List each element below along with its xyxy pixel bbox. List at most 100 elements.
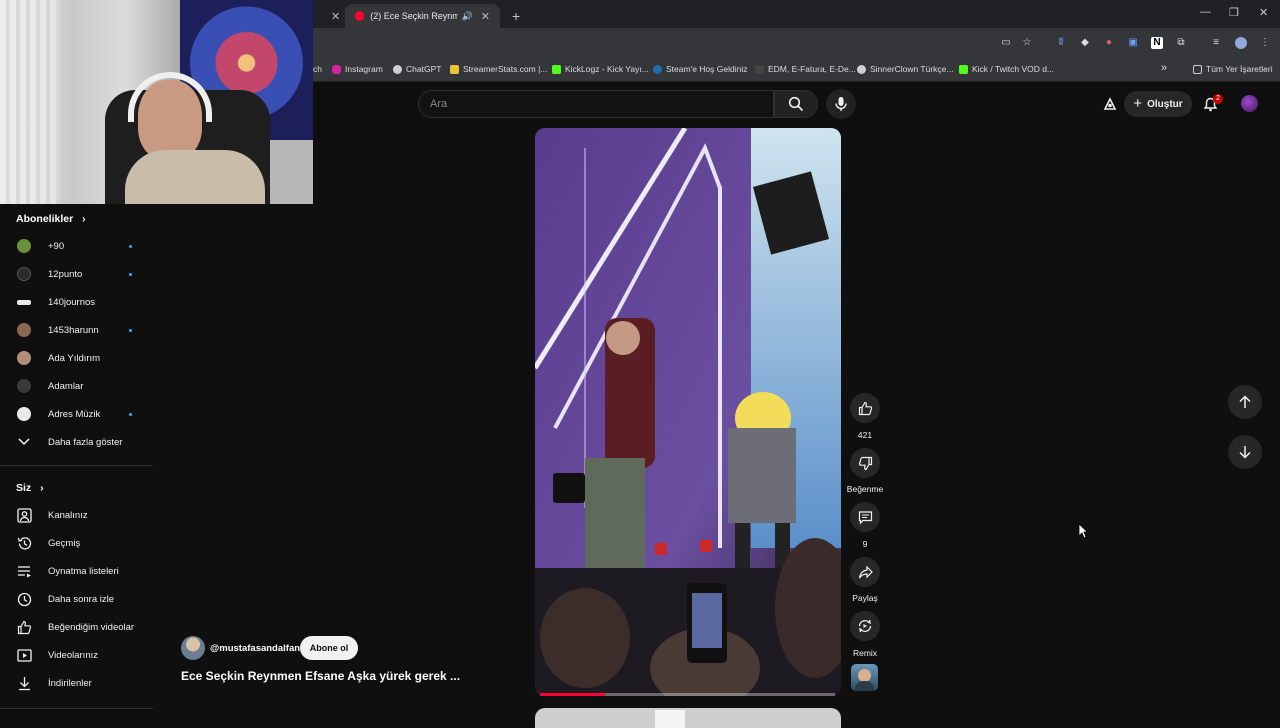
new-tab-button[interactable]: + bbox=[502, 4, 522, 28]
show-more-button[interactable]: Daha fazla göster bbox=[0, 429, 153, 455]
bookmarks-overflow-button[interactable]: » bbox=[1161, 62, 1167, 74]
channel-avatar bbox=[17, 299, 31, 305]
channel-avatar bbox=[17, 379, 31, 393]
share-icon bbox=[858, 565, 873, 578]
sidebar-item-history[interactable]: Geçmiş bbox=[0, 530, 153, 556]
chevron-right-icon: › bbox=[82, 213, 86, 225]
comments-button[interactable] bbox=[850, 502, 880, 532]
subscribe-button[interactable]: Abone ol bbox=[300, 636, 358, 660]
all-bookmarks-folder[interactable]: Tüm Yer İşaretleri bbox=[1193, 64, 1273, 74]
sidebar-item-liked-videos[interactable]: Beğendiğim videolar bbox=[0, 614, 153, 640]
voice-search-button[interactable] bbox=[826, 89, 856, 119]
sidebar-channel-item[interactable]: Adamlar bbox=[0, 373, 153, 399]
like-button[interactable] bbox=[850, 393, 880, 423]
video-title[interactable]: Ece Seçkin Reynmen Efsane Aşka yürek ger… bbox=[181, 669, 481, 683]
bookmark-item[interactable]: ch bbox=[313, 64, 322, 74]
restore-icon[interactable]: ❐ bbox=[1229, 6, 1239, 19]
star-bookmark-icon[interactable]: ☆ bbox=[1021, 37, 1033, 49]
browser-tab[interactable]: ✕ bbox=[313, 4, 341, 28]
next-short-button[interactable] bbox=[1228, 435, 1262, 469]
subscriptions-heading[interactable]: Abonelikler › bbox=[16, 213, 86, 225]
close-tab-icon[interactable]: ✕ bbox=[481, 10, 490, 23]
bookmark-item[interactable]: KickLogz - Kick Yayı... bbox=[552, 64, 649, 74]
edm-icon bbox=[755, 64, 764, 74]
channel-avatar bbox=[17, 351, 31, 365]
minimize-icon[interactable]: — bbox=[1200, 6, 1211, 18]
sidebar-item-playlists[interactable]: Oynatma listeleri bbox=[0, 558, 153, 584]
dislike-button[interactable] bbox=[850, 448, 880, 478]
extensions-puzzle-icon[interactable]: ⧉ bbox=[1175, 37, 1187, 49]
globe-icon bbox=[857, 64, 866, 74]
omnibox[interactable] bbox=[313, 32, 993, 54]
cast-icon[interactable]: ▭ bbox=[1000, 37, 1012, 49]
sidebar-divider bbox=[0, 465, 153, 466]
sound-thumbnail[interactable] bbox=[851, 664, 878, 691]
instagram-icon bbox=[332, 64, 341, 74]
sidebar-divider bbox=[0, 708, 153, 709]
extension-record-icon[interactable]: ● bbox=[1103, 37, 1115, 49]
channel-avatar bbox=[17, 407, 31, 421]
sidebar-item-your-channel[interactable]: Kanalınız bbox=[0, 502, 153, 528]
search-button[interactable] bbox=[774, 90, 818, 118]
sidebar-item-downloads[interactable]: İndirilenler bbox=[0, 670, 153, 696]
folder-icon bbox=[1193, 64, 1202, 74]
kick-icon bbox=[959, 64, 968, 74]
new-content-dot bbox=[129, 412, 132, 416]
arrow-up-icon bbox=[1239, 395, 1251, 408]
sidebar-channel-item[interactable]: Ada Yıldırım bbox=[0, 345, 153, 371]
channel-avatar[interactable] bbox=[181, 636, 205, 660]
ai-sparkle-icon[interactable] bbox=[1101, 95, 1119, 113]
next-short-preview[interactable] bbox=[535, 708, 841, 728]
playlist-icon bbox=[16, 563, 32, 579]
download-icon bbox=[16, 675, 32, 691]
bookmark-item[interactable]: SinnerClown Türkçe... bbox=[857, 64, 953, 74]
close-tab-icon[interactable]: ✕ bbox=[331, 10, 340, 23]
sidebar-channel-item[interactable]: 12punto bbox=[0, 261, 153, 287]
sidebar-channel-item[interactable]: Adres Müzik bbox=[0, 401, 153, 427]
extension-audio-icon[interactable]: ʬ bbox=[1055, 37, 1067, 49]
you-heading[interactable]: Siz › bbox=[16, 482, 44, 494]
user-square-icon bbox=[16, 507, 32, 523]
channel-handle[interactable]: @mustafasandalfan bbox=[210, 643, 300, 654]
notion-extension-icon[interactable]: N bbox=[1151, 37, 1163, 49]
remix-label: Remix bbox=[852, 648, 878, 658]
search-icon bbox=[788, 96, 804, 112]
chevron-down-icon bbox=[16, 434, 32, 450]
bookmark-item[interactable]: ChatGPT bbox=[393, 64, 441, 74]
sidebar-channel-item[interactable]: +90 bbox=[0, 233, 153, 259]
concert-video-frame bbox=[535, 128, 841, 696]
steam-icon bbox=[653, 64, 662, 74]
sidebar-item-watch-later[interactable]: Daha sonra izle bbox=[0, 586, 153, 612]
chatgpt-icon bbox=[393, 64, 402, 74]
youtube-favicon-icon bbox=[355, 11, 365, 21]
shorts-video-player[interactable] bbox=[535, 128, 841, 696]
previous-short-button[interactable] bbox=[1228, 385, 1262, 419]
media-control-icon[interactable]: ≡ bbox=[1210, 37, 1222, 49]
bookmark-item[interactable]: Steam'e Hoş Geldiniz bbox=[653, 64, 747, 74]
sidebar-item-your-videos[interactable]: Videolarınız bbox=[0, 642, 153, 668]
bookmark-item[interactable]: StreamerStats.com |... bbox=[450, 64, 547, 74]
profile-avatar-icon[interactable] bbox=[1235, 37, 1247, 49]
tab-title: (2) Ece Seçkin Reynmen Efs... bbox=[370, 11, 458, 21]
sidebar-channel-item[interactable]: 140journos bbox=[0, 289, 153, 315]
share-button[interactable] bbox=[850, 557, 880, 587]
remix-button[interactable] bbox=[850, 611, 880, 641]
thumb-down-icon bbox=[858, 456, 872, 470]
history-icon bbox=[16, 535, 32, 551]
extension-p-icon[interactable]: ▣ bbox=[1127, 37, 1139, 49]
bookmark-item[interactable]: Kick / Twitch VOD d... bbox=[959, 64, 1054, 74]
bookmark-item[interactable]: EDM, E-Fatura, E-De... bbox=[755, 64, 856, 74]
new-content-dot bbox=[129, 272, 132, 276]
new-content-dot bbox=[129, 244, 132, 248]
speaker-icon[interactable]: 🔊 bbox=[462, 11, 473, 22]
video-progress-bar[interactable] bbox=[540, 693, 835, 696]
extension-diamond-icon[interactable]: ◆ bbox=[1079, 37, 1091, 49]
browser-tab-active[interactable]: (2) Ece Seçkin Reynmen Efs... 🔊 ✕ bbox=[345, 4, 500, 28]
search-input[interactable]: Ara bbox=[418, 90, 774, 118]
sidebar-channel-item[interactable]: 1453harunn bbox=[0, 317, 153, 343]
create-button[interactable]: + Oluştur bbox=[1124, 91, 1192, 117]
account-avatar[interactable] bbox=[1241, 95, 1258, 112]
close-window-icon[interactable]: ✕ bbox=[1259, 6, 1268, 19]
browser-menu-icon[interactable]: ⋮ bbox=[1259, 37, 1271, 49]
bookmark-item[interactable]: Instagram bbox=[332, 64, 383, 74]
